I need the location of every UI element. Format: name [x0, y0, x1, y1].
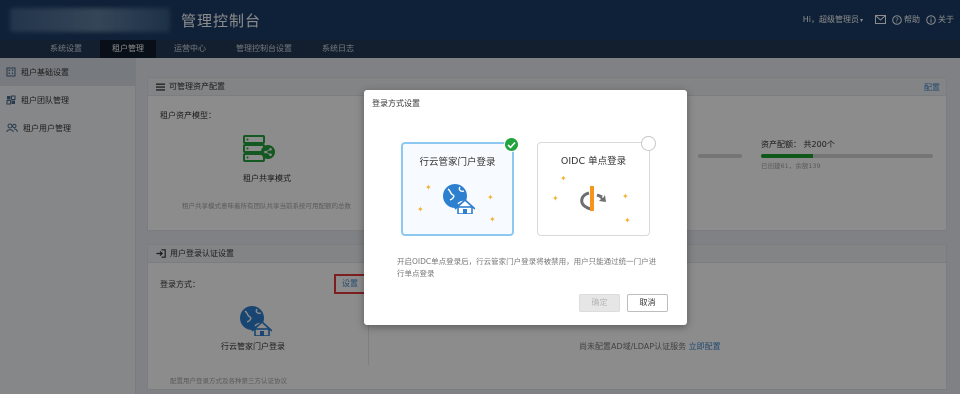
sparkle-icon: ✦ [487, 193, 494, 202]
option-oidc-login[interactable]: OIDC 单点登录 ✦ ✦ ✦ ✦ [537, 136, 656, 236]
sparkle-icon: ✦ [425, 183, 432, 192]
dialog-description: 开启OIDC单点登录后，行云管家门户登录将被禁用，用户只能通过统一门户进行单点登… [397, 257, 657, 278]
login-method-dialog: 登录方式设置 行云管家门户登录 ✦ ✦ ✦ ✦ OIDC 单点登录 ✦ ✦ ✦ … [364, 90, 687, 325]
sparkle-icon: ✦ [624, 216, 631, 225]
option-label: 行云管家门户登录 [419, 157, 496, 168]
option-portal-login[interactable]: 行云管家门户登录 ✦ ✦ ✦ ✦ [401, 137, 519, 236]
sparkle-icon: ✦ [489, 215, 496, 224]
openid-icon [576, 183, 608, 218]
ok-button[interactable]: 确定 [579, 294, 620, 312]
sparkle-icon: ✦ [560, 174, 567, 183]
sparkle-icon: ✦ [552, 194, 559, 203]
unchecked-radio-icon [641, 136, 656, 151]
dialog-title: 登录方式设置 [372, 99, 420, 108]
globe-house-icon [441, 182, 476, 217]
sparkle-icon: ✦ [622, 192, 629, 201]
option-label: OIDC 单点登录 [560, 156, 627, 167]
sparkle-icon: ✦ [417, 205, 424, 214]
check-icon [504, 137, 519, 152]
cancel-button[interactable]: 取消 [627, 294, 668, 312]
